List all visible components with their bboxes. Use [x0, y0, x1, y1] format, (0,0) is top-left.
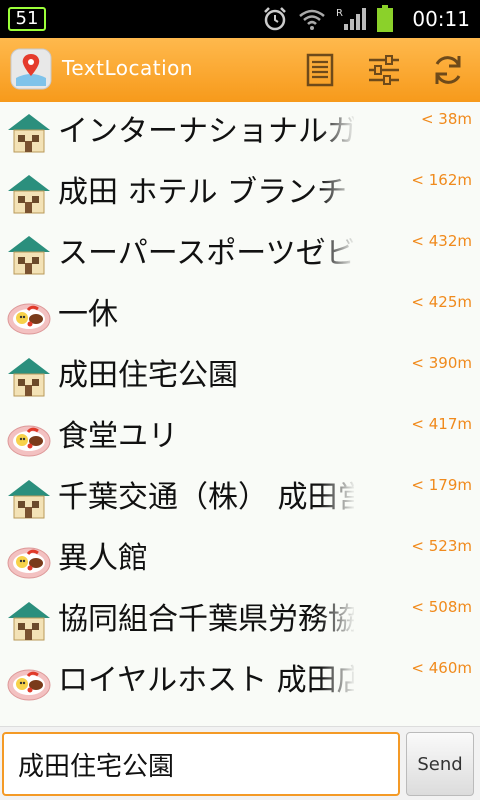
list-item[interactable]: 千葉交通（株） 成田営 < 179m	[0, 468, 480, 529]
place-distance: < 523m	[411, 537, 472, 555]
place-name: 食堂ユリ	[58, 419, 178, 454]
place-distance: < 417m	[411, 415, 472, 433]
compose-bar: Send	[0, 726, 480, 800]
place-name: ロイヤルホスト 成田店	[58, 663, 354, 698]
food-plate-icon	[6, 537, 52, 581]
refresh-icon[interactable]	[430, 52, 466, 88]
food-plate-icon	[6, 659, 52, 703]
place-list[interactable]: インターナショナルガ < 38m 成田 ホテル ブランチ < 162m スーパースポーツ…	[0, 102, 480, 726]
text-fade	[320, 539, 356, 579]
place-distance: < 508m	[411, 598, 472, 616]
text-fade	[320, 661, 356, 701]
app-title: TextLocation	[62, 56, 194, 80]
clock: 00:11	[412, 7, 470, 31]
place-distance: < 460m	[411, 659, 472, 677]
house-icon	[6, 110, 52, 154]
text-fade	[320, 112, 356, 152]
notification-count-badge: 51	[8, 7, 46, 31]
battery-icon	[377, 5, 394, 32]
signal-icon: R	[336, 8, 367, 30]
place-distance: < 432m	[411, 232, 472, 250]
place-distance: < 179m	[411, 476, 472, 494]
list-item[interactable]: ロイヤルホスト 成田店 < 460m	[0, 651, 480, 712]
place-distance: < 38m	[420, 110, 472, 128]
list-icon[interactable]	[302, 52, 338, 88]
list-item[interactable]: 異人館 < 523m	[0, 529, 480, 590]
list-item[interactable]: スーパースポーツゼビ < 432m	[0, 224, 480, 285]
place-name: 異人館	[58, 541, 148, 576]
house-icon	[6, 232, 52, 276]
place-distance: < 162m	[411, 171, 472, 189]
text-fade	[320, 417, 356, 457]
text-fade	[320, 173, 356, 213]
alarm-icon	[264, 7, 287, 31]
svg-text:R: R	[336, 8, 343, 19]
wifi-icon	[299, 9, 326, 30]
status-bar: 51 R 00:11	[0, 0, 480, 38]
list-item[interactable]: 一休 < 425m	[0, 285, 480, 346]
place-name: 成田 ホテル ブランチ	[58, 175, 348, 210]
place-name: インターナショナルガ	[58, 114, 354, 149]
text-fade	[320, 600, 356, 640]
place-name: 千葉交通（株） 成田営	[58, 480, 354, 515]
place-name: 成田住宅公園	[58, 358, 238, 393]
text-fade	[320, 234, 356, 274]
place-name: 協同組合千葉県労務協会	[58, 602, 354, 637]
house-icon	[6, 354, 52, 398]
settings-sliders-icon[interactable]	[366, 52, 402, 88]
message-input[interactable]	[2, 732, 400, 796]
place-distance: < 425m	[411, 293, 472, 311]
house-icon	[6, 171, 52, 215]
food-plate-icon	[6, 293, 52, 337]
map-pin-logo-icon[interactable]	[10, 48, 52, 90]
list-item[interactable]: インターナショナルガ < 38m	[0, 102, 480, 163]
place-name: スーパースポーツゼビ	[58, 236, 354, 271]
food-plate-icon	[6, 415, 52, 459]
list-item[interactable]: 協同組合千葉県労務協会 < 508m	[0, 590, 480, 651]
text-fade	[320, 295, 356, 335]
send-button[interactable]: Send	[406, 732, 474, 796]
list-item[interactable]: 成田 ホテル ブランチ < 162m	[0, 163, 480, 224]
house-icon	[6, 598, 52, 642]
list-item[interactable]: 食堂ユリ < 417m	[0, 407, 480, 468]
text-fade	[320, 356, 356, 396]
app-bar: TextLocation	[0, 38, 480, 102]
place-name: 一休	[58, 297, 118, 332]
place-distance: < 390m	[411, 354, 472, 372]
list-item[interactable]: 成田住宅公園 < 390m	[0, 346, 480, 407]
house-icon	[6, 476, 52, 520]
text-fade	[320, 478, 356, 518]
status-icons: R 00:11	[262, 0, 470, 38]
